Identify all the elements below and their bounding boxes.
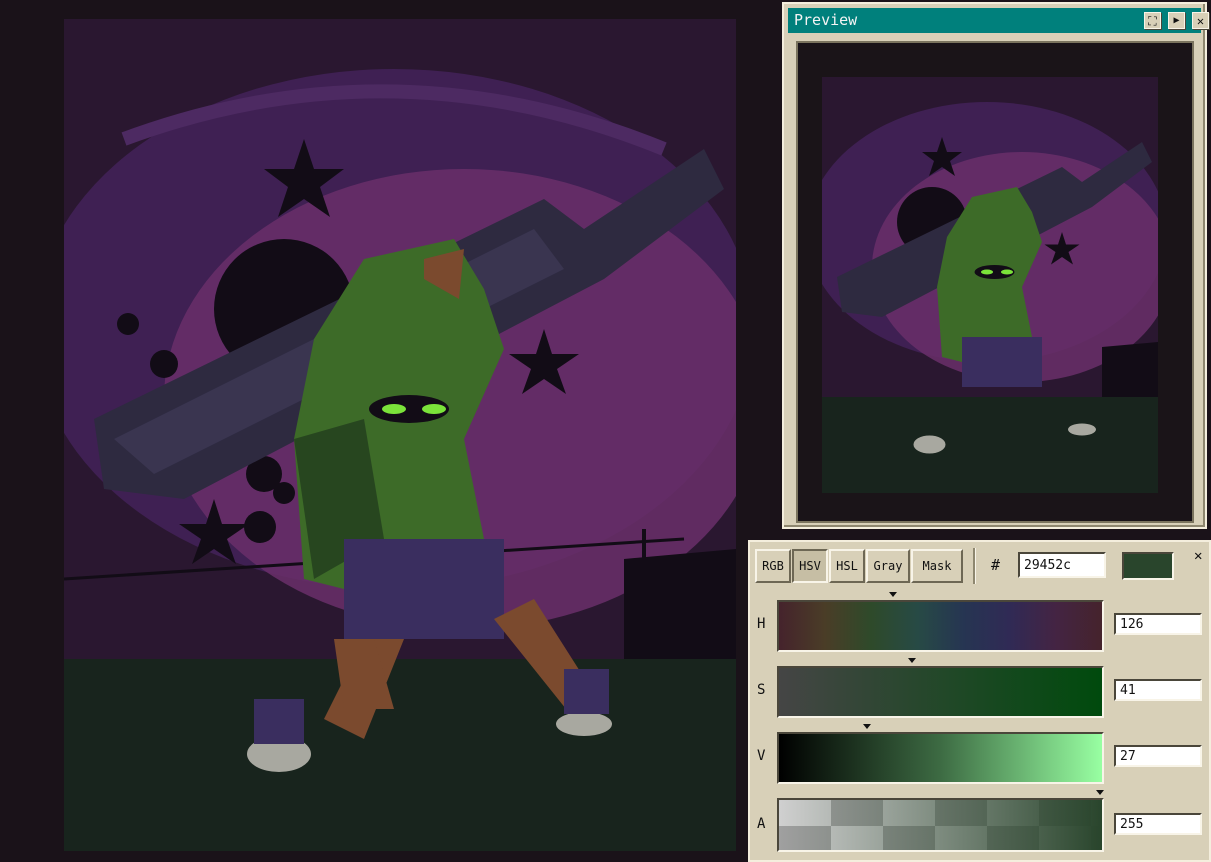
- hex-hash-label: #: [991, 556, 1001, 574]
- preview-title: Preview: [794, 11, 858, 29]
- preview-frame: [796, 41, 1194, 523]
- value-label: V: [757, 748, 766, 764]
- value-slider[interactable]: [777, 732, 1104, 784]
- tab-hsl[interactable]: HSL: [829, 549, 865, 583]
- tab-gray[interactable]: Gray: [866, 549, 910, 583]
- tab-mask[interactable]: Mask: [911, 549, 963, 583]
- saturation-label: S: [757, 682, 766, 698]
- saturation-input[interactable]: [1114, 679, 1202, 701]
- saturation-slider-marker[interactable]: [907, 658, 916, 663]
- value-slider-marker[interactable]: [863, 724, 872, 729]
- current-color-swatch[interactable]: [1122, 552, 1174, 580]
- saturation-slider[interactable]: [777, 666, 1104, 718]
- hex-color-input[interactable]: [1018, 552, 1106, 578]
- preview-titlebar[interactable]: Preview ⛶ ▶ ✕: [788, 8, 1209, 33]
- preview-window[interactable]: Preview ⛶ ▶ ✕: [782, 2, 1209, 529]
- alpha-slider-marker[interactable]: [1096, 790, 1104, 795]
- alpha-slider[interactable]: [777, 798, 1104, 852]
- preview-image: [822, 77, 1158, 493]
- artwork: [64, 19, 736, 851]
- close-button[interactable]: ✕: [1192, 12, 1209, 29]
- play-button[interactable]: ▶: [1168, 12, 1185, 29]
- alpha-input[interactable]: [1114, 813, 1202, 835]
- value-input[interactable]: [1114, 745, 1202, 767]
- hue-label: H: [757, 616, 766, 632]
- divider: [973, 548, 976, 584]
- alpha-label: A: [757, 816, 766, 832]
- artwork-canvas[interactable]: [64, 19, 736, 851]
- hue-slider[interactable]: [777, 600, 1104, 652]
- hue-slider-marker[interactable]: [888, 592, 897, 597]
- tab-rgb[interactable]: RGB: [755, 549, 791, 583]
- color-picker-panel[interactable]: RGB HSV HSL Gray Mask # ✕ H S V A: [748, 540, 1211, 862]
- hue-input[interactable]: [1114, 613, 1202, 635]
- close-icon[interactable]: ✕: [1194, 548, 1202, 564]
- tab-hsv[interactable]: HSV: [792, 549, 828, 583]
- maximize-button[interactable]: ⛶: [1144, 12, 1161, 29]
